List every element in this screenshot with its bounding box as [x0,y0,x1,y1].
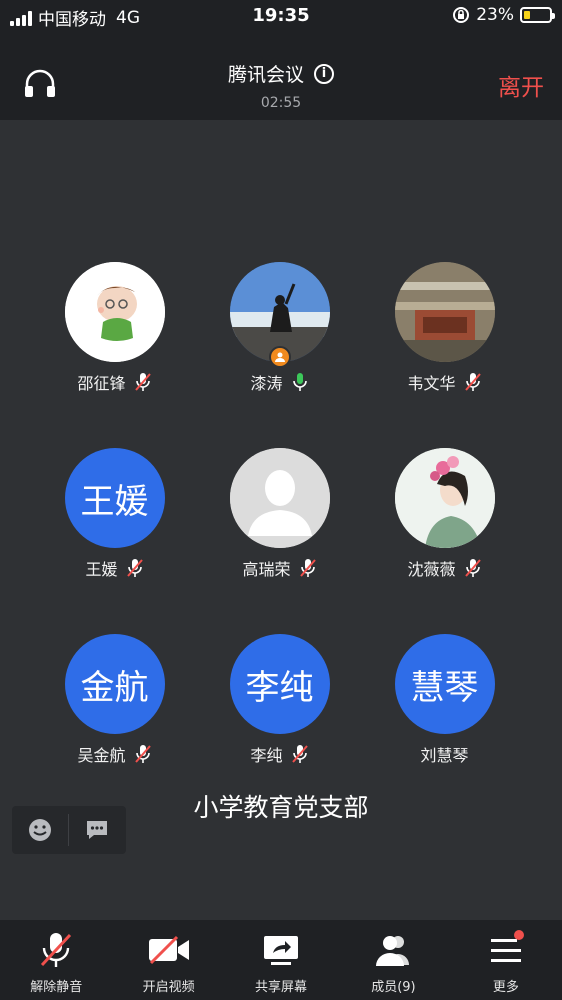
member-tile[interactable]: 李纯 李纯 [197,634,362,765]
mic-off-icon [34,930,78,970]
member-name: 沈薇薇 [407,560,456,579]
default-user-silhouette-icon [229,448,330,548]
mic-muted-icon [299,559,316,577]
member-tile[interactable]: 王媛 王媛 [32,448,197,579]
battery-icon [520,7,555,23]
member-tile[interactable]: 沈薇薇 [362,448,527,579]
avatar-initials: 慧琴 [410,667,479,708]
reaction-chat-bar [12,806,126,854]
battery-fill [524,11,530,19]
bottom-toolbar: 解除静音 开启视频 共享屏幕 成员(9) 更多 [0,920,562,1000]
avatar: 李纯 [229,634,330,734]
member-name-row: 邵征锋 [77,372,151,393]
mic-muted-icon [291,745,308,763]
member-name-row: 漆涛 [250,372,308,393]
share-screen-label: 共享屏幕 [255,980,308,995]
member-name-row: 王媛 [85,558,143,579]
member-grid: 邵征锋 漆涛 韦文华 王媛 王媛 高瑞荣 沈薇薇 金航 吴金航 李纯 李纯 慧琴… [32,262,528,765]
leave-button[interactable]: 离开 [498,68,544,102]
screen-share-badge [268,346,291,368]
woman-flowers-avatar-image [394,448,495,548]
avatar: 金航 [64,634,165,734]
meeting-title-row: 腾讯会议 i [228,60,334,87]
start-video-label: 开启视频 [142,980,195,995]
member-name: 邵征锋 [77,374,126,393]
avatar [394,448,495,548]
rotation-lock-icon [453,7,470,23]
member-tile[interactable]: 韦文华 [362,262,527,393]
unmute-button[interactable]: 解除静音 [0,920,112,1000]
share-screen-button[interactable]: 共享屏幕 [225,920,337,1000]
member-name: 韦文华 [407,374,456,393]
more-label: 更多 [492,980,519,995]
battery-percent: 23% [476,5,514,25]
info-icon[interactable]: i [314,63,334,84]
mic-muted-icon [126,559,143,577]
camera-off-icon [147,930,191,970]
member-name-row: 高瑞荣 [242,558,316,579]
avatar [229,448,330,548]
member-name: 高瑞荣 [242,560,291,579]
member-tile[interactable]: 金航 吴金航 [32,634,197,765]
member-name-row: 李纯 [250,744,308,765]
meeting-header: 腾讯会议 i 02:55 离开 [0,34,562,120]
library-avatar-image [394,262,495,362]
avatar-initials: 王媛 [80,481,149,522]
mic-muted-icon [464,373,481,391]
unmute-label: 解除静音 [30,980,83,995]
member-name: 漆涛 [250,374,283,393]
more-button[interactable]: 更多 [450,920,562,1000]
meeting-timer: 02:55 [260,95,302,111]
mic-muted-icon [134,745,151,763]
member-name-row: 刘慧琴 [420,744,469,765]
avatar [64,262,165,362]
members-icon [371,930,415,970]
mic-active-icon [292,373,307,391]
chat-button[interactable] [69,806,125,854]
member-name: 吴金航 [77,746,126,765]
status-right: 23% [452,5,555,25]
smiley-icon [29,819,51,841]
status-bar: 中国移动 4G 19:35 23% [0,0,562,34]
avatar-initials: 李纯 [245,667,314,708]
start-video-button[interactable]: 开启视频 [112,920,224,1000]
emoji-button[interactable] [12,806,68,854]
member-name-row: 沈薇薇 [407,558,481,579]
title-block: 腾讯会议 i 02:55 [0,60,562,111]
meeting-title: 腾讯会议 [227,64,304,86]
mic-muted-icon [134,373,151,391]
cartoon-baby-avatar-image [64,262,165,362]
member-tile[interactable]: 漆涛 [197,262,362,393]
members-label: 成员(9) [371,980,416,995]
person-share-icon [274,352,285,362]
avatar [229,262,330,368]
avatar: 王媛 [64,448,165,548]
chat-bubble-icon [87,821,107,839]
member-tile[interactable]: 邵征锋 [32,262,197,393]
avatar-initials: 金航 [80,667,149,708]
member-name-row: 韦文华 [407,372,481,393]
notification-dot [513,930,524,940]
member-name-row: 吴金航 [77,744,151,765]
members-button[interactable]: 成员(9) [337,920,449,1000]
mic-muted-icon [464,559,481,577]
member-name: 李纯 [250,746,283,765]
avatar: 慧琴 [394,634,495,734]
member-name: 刘慧琴 [420,746,469,765]
member-name: 王媛 [85,560,118,579]
share-screen-icon [259,930,303,970]
member-tile[interactable]: 高瑞荣 [197,448,362,579]
more-menu-icon [484,930,528,970]
member-tile[interactable]: 慧琴 刘慧琴 [362,634,527,765]
avatar [394,262,495,362]
